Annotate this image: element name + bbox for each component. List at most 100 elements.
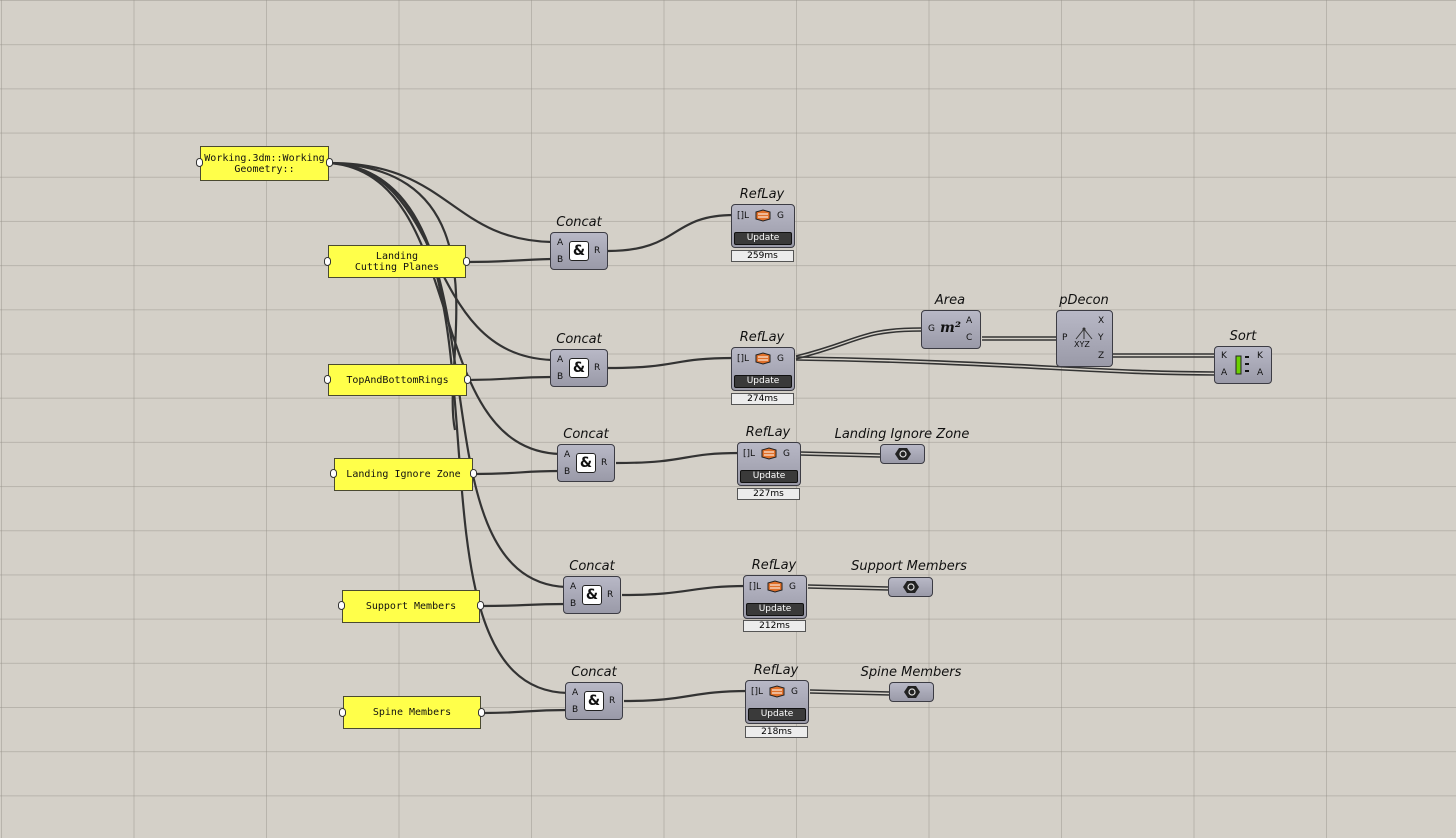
panel-working-geometry[interactable]: Working.3dm::Working Geometry:: <box>200 146 329 181</box>
wire <box>809 692 891 696</box>
panel-landing-ignore-zone[interactable]: Landing Ignore Zone <box>334 458 473 491</box>
output-port[interactable] <box>463 257 470 266</box>
param-landing-ignore-zone[interactable] <box>880 444 925 464</box>
timing-label: 274ms <box>731 393 794 405</box>
input-port[interactable] <box>196 158 203 167</box>
sort-icon <box>1235 355 1249 375</box>
layer-icon <box>769 685 785 698</box>
reflay-component[interactable]: []L G Update <box>731 204 795 248</box>
pdecon-component[interactable]: P XYZ X Y Z <box>1056 310 1113 367</box>
reflay-component[interactable]: []L G Update <box>737 442 801 486</box>
input-l-label: []L <box>737 354 750 364</box>
concat-component[interactable]: A B & R <box>563 576 621 614</box>
output-g-label: G <box>783 449 790 459</box>
input-l-label: []L <box>749 582 762 592</box>
geometry-param-icon <box>904 686 920 698</box>
panel-top-bottom-rings[interactable]: TopAndBottomRings <box>328 364 467 396</box>
wire <box>621 584 747 597</box>
wire <box>807 587 889 591</box>
reflay-component[interactable]: []L G Update <box>743 575 807 619</box>
reflay-title: RefLay <box>745 425 791 440</box>
sort-title: Sort <box>1229 329 1257 344</box>
input-p-label: P <box>1062 333 1068 343</box>
geometry-param-icon <box>903 581 919 593</box>
output-port[interactable] <box>470 469 477 478</box>
concat-component[interactable]: A B & R <box>550 232 608 270</box>
concat-title: Concat <box>556 215 602 230</box>
reflay-title: RefLay <box>753 663 799 678</box>
reflay-component[interactable]: []L G Update <box>731 347 795 391</box>
deconstruct-point-text: XYZ <box>1074 340 1090 349</box>
reflay-title: RefLay <box>739 330 785 345</box>
output-port[interactable] <box>464 375 471 384</box>
panel-text: Landing Ignore Zone <box>346 469 461 480</box>
timing-label: 259ms <box>731 250 794 262</box>
wire <box>473 469 561 476</box>
output-port[interactable] <box>477 601 484 610</box>
wire <box>807 584 889 588</box>
reflay-component[interactable]: []L G Update <box>745 680 809 724</box>
wire <box>615 451 741 465</box>
input-port[interactable] <box>324 375 331 384</box>
output-y-label: Y <box>1098 333 1104 343</box>
input-a-label: A <box>557 355 564 365</box>
deconstruct-point-icon <box>1075 327 1093 340</box>
reflay-title: RefLay <box>751 558 797 573</box>
concat-component[interactable]: A B & R <box>557 444 615 482</box>
wire <box>329 161 553 244</box>
wire <box>623 689 749 703</box>
wire <box>329 161 561 456</box>
input-a-label: A <box>572 688 579 698</box>
panel-text: Spine Members <box>372 707 452 718</box>
output-c-label: C <box>966 333 973 343</box>
update-button[interactable]: Update <box>748 708 806 721</box>
update-button[interactable]: Update <box>740 470 798 483</box>
panel-landing-cutting-planes[interactable]: Landing Cutting Planes <box>328 245 466 278</box>
input-b-label: B <box>572 705 579 715</box>
wire <box>809 689 891 693</box>
wire <box>795 356 1215 373</box>
panel-spine-members[interactable]: Spine Members <box>343 696 481 729</box>
timing-label: 218ms <box>745 726 808 738</box>
wire <box>480 602 567 608</box>
input-a-label: A <box>564 450 571 460</box>
input-port[interactable] <box>338 601 345 610</box>
pdecon-title: pDecon <box>1059 293 1109 308</box>
param-spine-members[interactable] <box>889 682 934 702</box>
wire <box>467 375 553 382</box>
concat-title: Concat <box>563 427 609 442</box>
layer-icon <box>767 580 783 593</box>
area-component[interactable]: G m² A C <box>921 310 981 349</box>
update-button[interactable]: Update <box>746 603 804 616</box>
concat-component[interactable]: A B & R <box>550 349 608 387</box>
sort-component[interactable]: K A K A <box>1214 346 1272 384</box>
output-port[interactable] <box>478 708 485 717</box>
update-button[interactable]: Update <box>734 232 792 245</box>
concat-component[interactable]: A B & R <box>565 682 623 720</box>
param-support-members[interactable] <box>888 577 933 597</box>
input-port[interactable] <box>324 257 331 266</box>
output-r-label: R <box>601 458 608 468</box>
input-a-label: A <box>557 238 564 248</box>
input-port[interactable] <box>339 708 346 717</box>
timing-label: 212ms <box>743 620 806 632</box>
panel-support-members[interactable]: Support Members <box>342 590 480 623</box>
output-port[interactable] <box>326 158 333 167</box>
update-button[interactable]: Update <box>734 375 792 388</box>
output-r-label: R <box>607 590 614 600</box>
wire <box>795 330 923 360</box>
output-a-label: A <box>966 316 973 326</box>
wire <box>482 708 569 715</box>
input-b-label: B <box>557 372 564 382</box>
input-b-label: B <box>570 599 577 609</box>
reflay-title: RefLay <box>739 187 785 202</box>
panel-text: Support Members <box>365 601 457 612</box>
panel-text: Working.3dm::Working Geometry:: <box>204 152 325 175</box>
input-port[interactable] <box>330 469 337 478</box>
output-a-label: A <box>1257 368 1264 378</box>
output-g-label: G <box>791 687 798 697</box>
layer-icon <box>755 352 771 365</box>
param-title: Landing Ignore Zone <box>834 427 970 442</box>
input-k-label: K <box>1221 351 1227 361</box>
output-x-label: X <box>1098 316 1105 326</box>
